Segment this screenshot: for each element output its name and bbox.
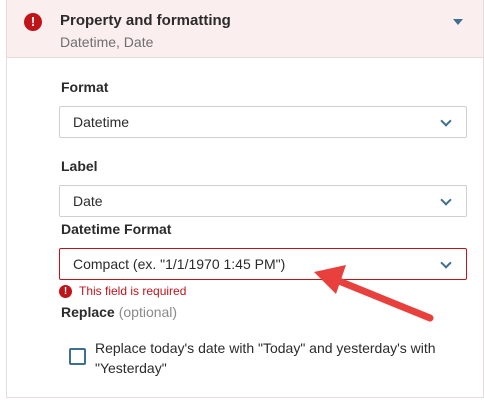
replace-label-text: Replace (61, 304, 115, 320)
format-label: Format (61, 79, 109, 95)
chevron-down-icon (440, 115, 452, 127)
datetime-format-select[interactable]: Compact (ex. "1/1/1970 1:45 PM") (59, 248, 467, 280)
datetime-format-select-value: Compact (ex. "1/1/1970 1:45 PM") (73, 256, 286, 272)
label-select-value: Date (73, 193, 103, 209)
chevron-down-icon (440, 194, 452, 206)
replace-checkbox[interactable] (69, 348, 86, 365)
replace-checkbox-label[interactable]: Replace today's date with "Today" and ye… (95, 338, 455, 378)
datetime-format-label: Datetime Format (61, 221, 172, 237)
error-message: This field is required (79, 284, 187, 298)
replace-label: Replace (optional) (61, 304, 177, 320)
format-select[interactable]: Datetime (59, 106, 467, 138)
collapse-caret-icon[interactable] (453, 19, 463, 25)
label-label: Label (61, 158, 98, 174)
label-select[interactable]: Date (59, 185, 467, 217)
chevron-down-icon (440, 257, 452, 269)
section-header[interactable]: ! Property and formatting Datetime, Date (7, 0, 483, 58)
optional-hint: (optional) (118, 304, 178, 320)
section-title: Property and formatting (60, 12, 231, 29)
error-icon: ! (24, 13, 42, 31)
error-icon: ! (59, 285, 72, 298)
format-select-value: Datetime (73, 114, 130, 130)
property-formatting-panel: ! Property and formatting Datetime, Date… (6, 0, 484, 398)
section-subtitle: Datetime, Date (60, 34, 154, 50)
